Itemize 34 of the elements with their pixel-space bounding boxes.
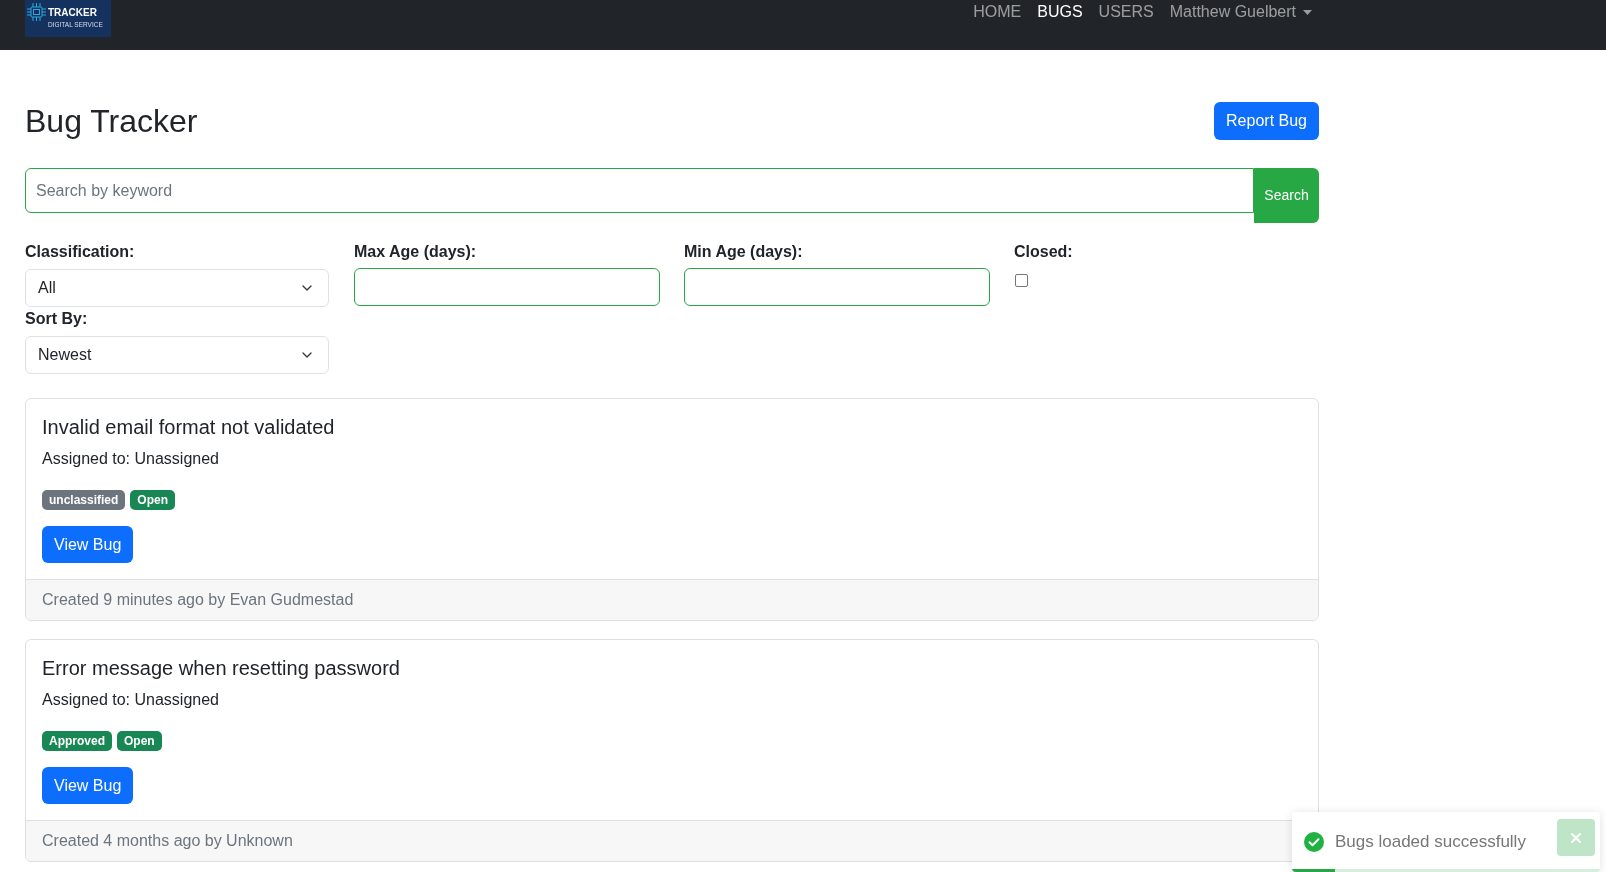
card-footer: Created 9 minutes ago by Evan Gudmestad: [26, 579, 1318, 620]
max-age-input[interactable]: [354, 268, 660, 306]
chip-icon: [27, 3, 46, 21]
page-title: Bug Tracker: [25, 102, 198, 140]
bug-title: Invalid email format not validated: [42, 415, 335, 439]
assignee-text: Assigned to: Unassigned: [42, 449, 219, 469]
nav-link[interactable]: USERS: [1098, 0, 1154, 24]
field-label: Min Age (days):: [684, 242, 804, 262]
nav-link[interactable]: BUGS: [1037, 0, 1083, 24]
report-bug-button[interactable]: Report Bug: [1214, 102, 1319, 140]
bug-badge: unclassified: [42, 490, 126, 510]
check-circle-icon: [1304, 832, 1324, 852]
nav-link[interactable]: HOME: [973, 0, 1022, 24]
field-label: Max Age (days):: [354, 242, 478, 262]
search-field[interactable]: Search by keyword: [25, 168, 1254, 213]
view-bug-button[interactable]: View Bug: [42, 767, 134, 804]
user-menu[interactable]: Matthew Guelbert: [1169, 0, 1312, 24]
field-label: Classification:: [25, 242, 136, 262]
bug-badge: Open: [117, 731, 162, 751]
classification-select[interactable]: All: [25, 269, 329, 307]
view-bug-button[interactable]: View Bug: [42, 526, 134, 563]
toast-message: Bugs loaded successfully: [1335, 831, 1526, 854]
search-button[interactable]: Search: [1254, 168, 1319, 223]
caret-down-icon: [1303, 9, 1312, 15]
field-label: Sort By:: [25, 309, 89, 329]
bug-badge: Open: [130, 490, 176, 510]
assignee-text: Assigned to: Unassigned: [42, 690, 219, 710]
closed-checkbox[interactable]: [1015, 274, 1028, 287]
bug-badge: Approved: [42, 731, 112, 751]
field-label: Closed:: [1014, 242, 1073, 262]
logo-text: TRACKER: [48, 7, 98, 18]
bug-title: Error message when resetting password: [42, 656, 400, 680]
min-age-input[interactable]: [684, 268, 990, 306]
sort-select[interactable]: Newest: [25, 336, 329, 374]
